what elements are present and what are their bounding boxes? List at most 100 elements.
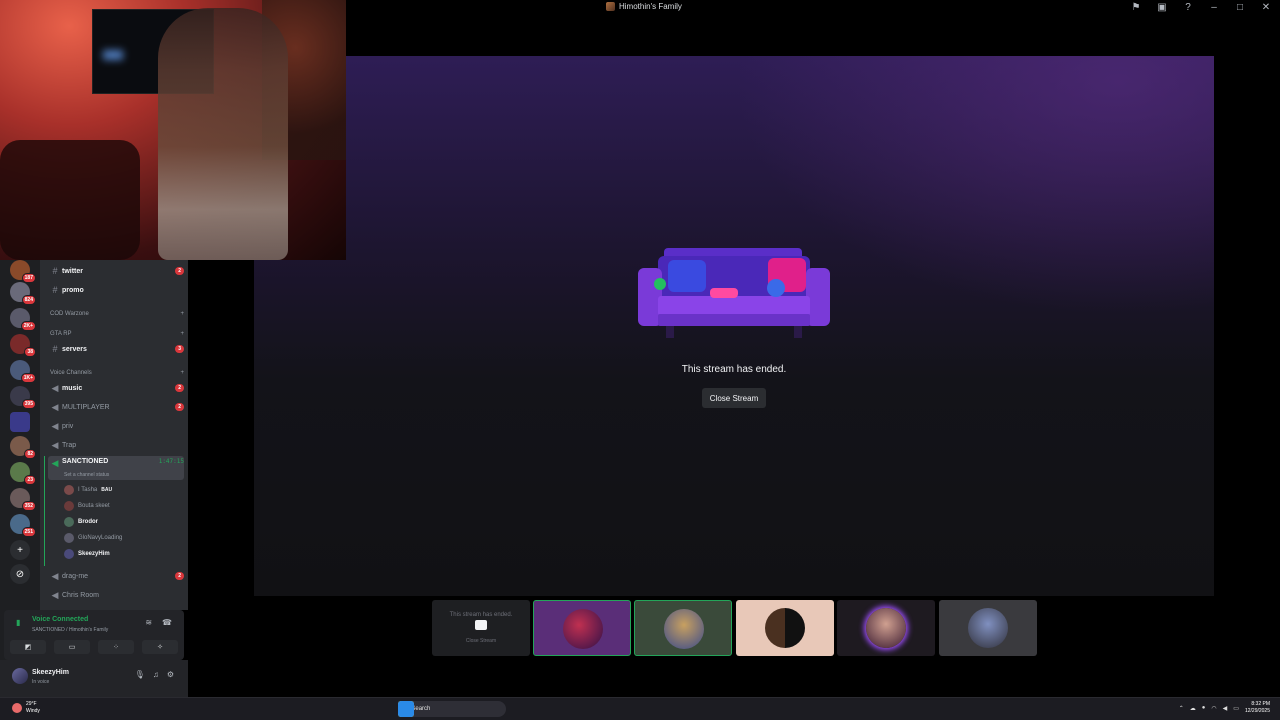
screen-share-icon: ▭ bbox=[68, 644, 76, 651]
activities-icon: ⁘ bbox=[113, 644, 119, 651]
microphone-icon[interactable]: 🎙 bbox=[135, 670, 145, 679]
settings-icon[interactable]: ⚙ bbox=[167, 670, 174, 679]
taskbar-search[interactable]: ⌕ Search bbox=[398, 701, 506, 717]
voice-connected-panel: ▮ Voice Connected SANCTIONED / Himothin'… bbox=[4, 610, 184, 660]
stream-ended-text: This stream has ended. bbox=[681, 364, 787, 375]
server-icon[interactable]: 82 bbox=[10, 436, 36, 459]
mic-icon[interactable]: ● bbox=[1202, 705, 1206, 711]
call-timer: 1:47:15 bbox=[158, 458, 184, 465]
username[interactable]: SkeezyHim bbox=[32, 669, 69, 676]
weather-condition: Windy bbox=[26, 708, 40, 714]
weather-widget[interactable]: 29°F Windy bbox=[12, 701, 40, 715]
voice-member[interactable]: I Tasha BAU bbox=[64, 483, 182, 497]
hash-icon: # bbox=[52, 285, 58, 295]
server-icon[interactable]: 352 bbox=[10, 488, 36, 511]
camera-button[interactable]: ◩ bbox=[10, 640, 46, 654]
speaker-icon: ◀ bbox=[51, 570, 59, 581]
discord-window: Himothin's Family ⚑ ▣ ? – □ ✕ This strea… bbox=[0, 0, 1280, 697]
noise-suppression-icon[interactable]: ≋ bbox=[145, 618, 152, 627]
discover-icon[interactable]: ⊘ bbox=[10, 564, 30, 584]
participant-tile-ended[interactable]: This stream has ended. Close Stream bbox=[432, 600, 530, 656]
speaker-icon: ◀ bbox=[51, 382, 59, 393]
avatar bbox=[664, 609, 704, 649]
help-icon[interactable]: ? bbox=[1182, 2, 1194, 13]
channel-status[interactable]: Set a channel status bbox=[64, 472, 109, 478]
plus-icon[interactable]: + bbox=[180, 311, 184, 317]
speaker-icon: ◀ bbox=[51, 439, 59, 450]
activities-button[interactable]: ⁘ bbox=[98, 640, 134, 654]
clock[interactable]: 8:32 PM 12/29/2025 bbox=[1245, 701, 1270, 715]
channel-servers[interactable]: # servers 3 bbox=[48, 341, 184, 357]
voice-channel-priv[interactable]: ◀ priv bbox=[48, 418, 184, 434]
voice-member[interactable]: SkeezyHim bbox=[64, 547, 182, 561]
voice-channel-trap[interactable]: ◀ Trap bbox=[48, 437, 184, 453]
voice-member[interactable]: Bouta skeet bbox=[64, 499, 182, 513]
avatar[interactable] bbox=[12, 668, 28, 684]
speaker-icon: ◀ bbox=[51, 458, 59, 468]
voice-channel-multiplayer[interactable]: ◀ MULTIPLAYER 2 bbox=[48, 399, 184, 415]
weather-icon bbox=[12, 703, 22, 713]
server-folder-icon[interactable] bbox=[10, 412, 30, 432]
minimize-icon[interactable]: – bbox=[1208, 2, 1220, 13]
voice-channel-music[interactable]: ◀ music 2 bbox=[48, 380, 184, 396]
soundboard-button[interactable]: ✧ bbox=[142, 640, 178, 654]
avatar bbox=[64, 501, 74, 511]
server-icon[interactable]: 251 bbox=[10, 514, 36, 537]
windows-taskbar: 29°F Windy ⌕ Search ⌃ ☁ ● ◠ ◀ ▭ 8:3 bbox=[0, 697, 1280, 720]
close-stream-button[interactable]: Close Stream bbox=[702, 388, 766, 408]
server-icon[interactable]: 2K+ bbox=[10, 308, 36, 331]
participant-tile[interactable] bbox=[837, 600, 935, 656]
category-voice-channels[interactable]: Voice Channels + bbox=[50, 370, 184, 376]
participant-tile[interactable] bbox=[634, 600, 732, 656]
volume-icon[interactable]: ◀ bbox=[1223, 705, 1228, 712]
avatar bbox=[563, 609, 603, 649]
voice-status[interactable]: Voice Connected bbox=[32, 616, 88, 623]
inbox-icon[interactable]: ▣ bbox=[1156, 2, 1168, 13]
voice-channel-drag-me[interactable]: ◀ drag-me 2 bbox=[48, 568, 184, 584]
channel-twitter[interactable]: # twitter 2 bbox=[48, 263, 184, 279]
avatar bbox=[64, 485, 74, 495]
voice-member[interactable]: GloNavyLoading bbox=[64, 531, 182, 545]
participant-tile[interactable] bbox=[939, 600, 1037, 656]
hash-icon: # bbox=[52, 344, 58, 354]
participant-tile[interactable] bbox=[533, 600, 631, 656]
avatar bbox=[968, 608, 1008, 648]
avatar bbox=[866, 608, 906, 648]
plus-icon[interactable]: + bbox=[180, 370, 184, 376]
disconnect-icon[interactable]: ☎ bbox=[162, 618, 172, 627]
participant-tile[interactable] bbox=[736, 600, 834, 656]
channel-promo[interactable]: # promo bbox=[48, 282, 184, 298]
flag-icon[interactable]: ⚑ bbox=[1130, 2, 1142, 13]
server-icon[interactable]: 395 bbox=[10, 386, 36, 409]
app-icon[interactable] bbox=[398, 701, 414, 717]
voice-channel-chris-room[interactable]: ◀ Chris Room bbox=[48, 587, 184, 603]
server-icon[interactable]: 824 bbox=[10, 282, 36, 305]
tile-close-stream[interactable]: Close Stream bbox=[432, 638, 530, 644]
speaker-icon: ◀ bbox=[51, 401, 59, 412]
user-panel: SkeezyHim In voice 🎙 ♫ ⚙ bbox=[0, 660, 188, 697]
wifi-icon[interactable]: ◠ bbox=[1211, 705, 1216, 712]
close-icon[interactable]: ✕ bbox=[1260, 2, 1272, 13]
headphones-icon[interactable]: ♫ bbox=[153, 670, 159, 679]
screen-share-button[interactable]: ▭ bbox=[54, 640, 90, 654]
server-icon bbox=[606, 2, 615, 11]
plus-icon[interactable]: + bbox=[180, 331, 184, 337]
category-gta-rp[interactable]: GTA RP + bbox=[50, 331, 184, 337]
maximize-icon[interactable]: □ bbox=[1234, 2, 1246, 13]
battery-icon[interactable]: ▭ bbox=[1233, 705, 1239, 712]
server-icon[interactable]: 23 bbox=[10, 462, 36, 485]
server-icon[interactable]: 38 bbox=[10, 334, 36, 357]
signal-icon[interactable]: ▮ bbox=[16, 618, 20, 627]
chevron-up-icon[interactable]: ⌃ bbox=[1179, 705, 1184, 712]
voice-member[interactable]: Brodor bbox=[64, 515, 182, 529]
voice-location[interactable]: SANCTIONED / Himothin's Family bbox=[32, 627, 108, 633]
server-icon[interactable]: 1K+ bbox=[10, 360, 36, 383]
add-server-icon[interactable]: + bbox=[10, 540, 30, 560]
soundboard-icon: ✧ bbox=[157, 644, 163, 651]
system-tray: ⌃ ☁ ● ◠ ◀ ▭ 8:32 PM 12/29/2025 bbox=[1179, 701, 1270, 715]
cloud-icon[interactable]: ☁ bbox=[1190, 705, 1196, 712]
avatar bbox=[64, 533, 74, 543]
category-cod-warzone[interactable]: COD Warzone + bbox=[50, 311, 184, 317]
stream-viewer: This stream has ended. Close Stream bbox=[254, 56, 1214, 596]
server-icon[interactable]: 187 bbox=[10, 260, 36, 283]
